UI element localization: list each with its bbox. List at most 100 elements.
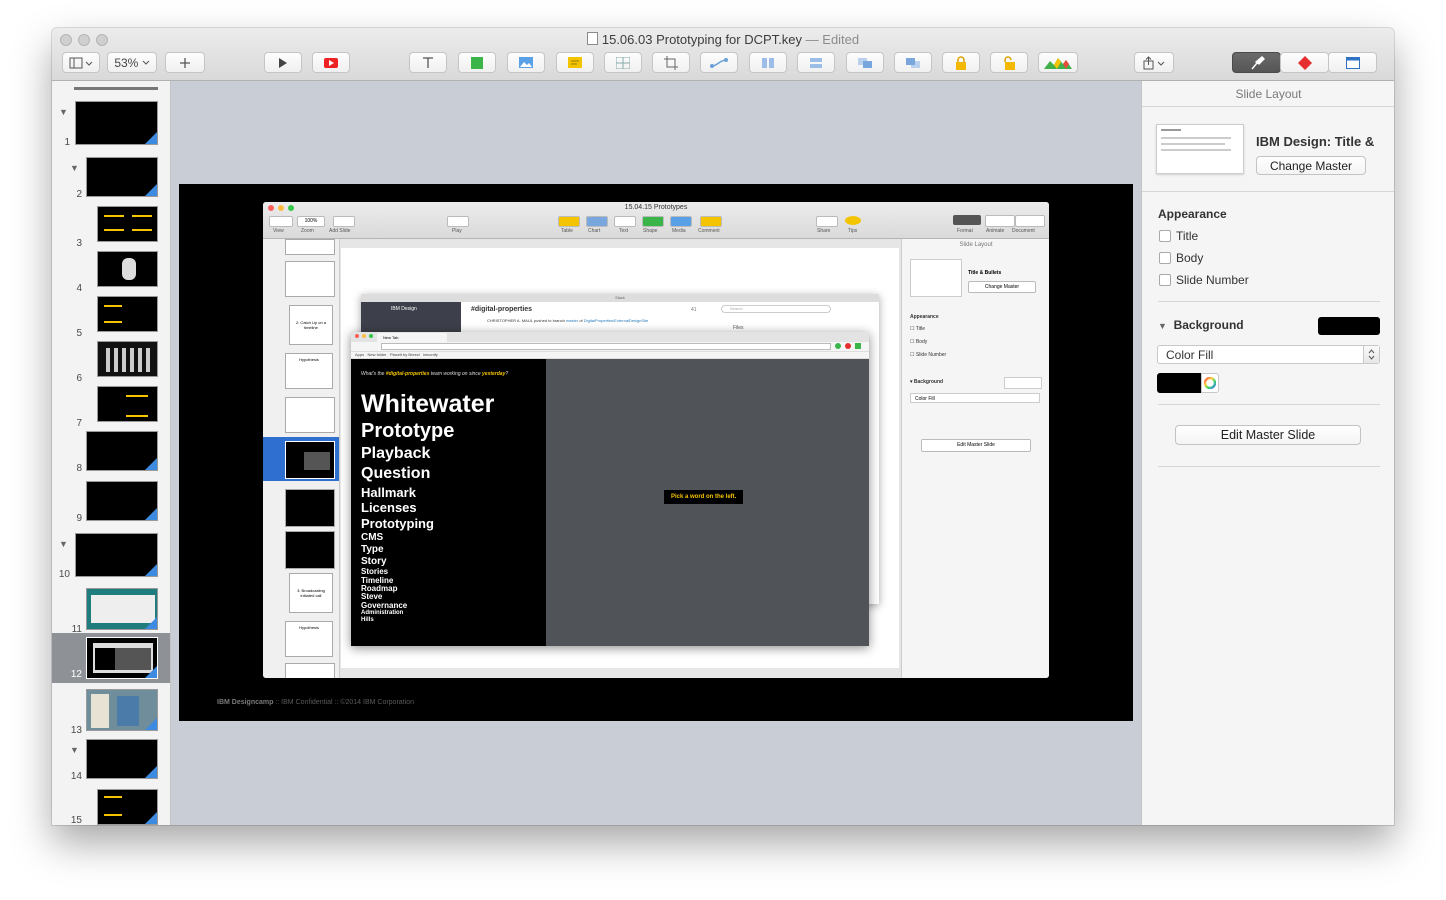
slide-thumb-11[interactable]: 11 — [52, 586, 170, 635]
comment-tool-button[interactable] — [556, 52, 594, 73]
play-button[interactable] — [264, 52, 302, 73]
inner-toolbar: 15.04.15 Prototypes 100% View Zoom Add S… — [263, 202, 1049, 239]
slide-footer: IBM Designcamp :: IBM Confidential :: ©2… — [217, 699, 414, 706]
align-tool-button[interactable] — [797, 52, 835, 73]
background-color-well[interactable] — [1318, 317, 1380, 335]
window-title: 15.06.03 Prototyping for DCPT.key — Edit… — [52, 32, 1394, 47]
inner-document-icon — [1015, 215, 1045, 227]
slide-thumb-15[interactable]: 15 — [52, 787, 170, 825]
word-item[interactable]: Hills — [361, 617, 494, 623]
shape-tool-button[interactable] — [458, 52, 496, 73]
change-master-button[interactable]: Change Master — [1256, 156, 1366, 175]
slide-preview — [86, 431, 158, 471]
format-button[interactable] — [1232, 52, 1281, 73]
word-item[interactable]: Prototyping — [361, 517, 494, 531]
fill-type-select[interactable]: Color Fill — [1157, 345, 1380, 364]
view-menu-button[interactable] — [62, 52, 100, 73]
inner-text-icon — [614, 216, 636, 227]
slide-preview — [97, 386, 158, 422]
inner-share-icon — [816, 216, 838, 227]
word-item[interactable]: Story — [361, 556, 494, 568]
document-button[interactable] — [1328, 52, 1377, 73]
connection-tool-button[interactable] — [700, 52, 738, 73]
stepper-arrows-icon — [1363, 346, 1379, 363]
slide-preview — [97, 341, 158, 377]
word-item[interactable]: CMS — [361, 532, 494, 544]
disclosure-triangle-icon[interactable]: ▼ — [70, 745, 79, 755]
slide-thumb-12[interactable]: 12 — [52, 633, 170, 683]
front-tool-button[interactable] — [846, 52, 884, 73]
color-wheel-button[interactable] — [1201, 373, 1219, 393]
back-tool-button[interactable] — [894, 52, 932, 73]
embedded-screenshot[interactable]: 15.04.15 Prototypes 100% View Zoom Add S… — [263, 202, 1049, 678]
animate-button[interactable] — [1280, 52, 1329, 73]
body-checkbox[interactable] — [1159, 252, 1171, 264]
disclosure-triangle-icon[interactable]: ▼ — [59, 107, 68, 117]
slide-preview — [86, 157, 158, 197]
chevron-down-icon — [142, 60, 150, 65]
zoom-select[interactable]: 53% — [107, 52, 157, 73]
word-item[interactable]: Question — [361, 465, 494, 483]
inner-comment-icon — [700, 216, 722, 227]
inner-table-icon — [558, 216, 580, 227]
share-icon — [1143, 55, 1165, 69]
distribute-tool-button[interactable] — [749, 52, 787, 73]
background-heading[interactable]: ▼ Background — [1158, 318, 1244, 332]
grid-icon — [616, 56, 630, 69]
hint-label: Pick a word on the left. — [664, 490, 744, 504]
crop-tool-button[interactable] — [652, 52, 690, 73]
slide-thumb-13[interactable]: 13 — [52, 687, 170, 736]
master-name: IBM Design: Title & — [1256, 134, 1375, 149]
media-tool-button[interactable] — [507, 52, 545, 73]
share-button[interactable] — [1134, 52, 1174, 73]
comment-icon — [568, 57, 582, 68]
slide-thumb-14[interactable]: ▼ 14 — [52, 737, 170, 785]
slide-canvas[interactable]: 15.04.15 Prototypes 100% View Zoom Add S… — [171, 81, 1141, 825]
slide-thumb-6[interactable]: 6 — [52, 339, 170, 387]
slide-thumb-3[interactable]: 3 — [52, 204, 170, 252]
word-item[interactable]: Licenses — [361, 501, 494, 515]
disclosure-triangle-icon[interactable]: ▼ — [59, 539, 68, 549]
slide-thumb-4[interactable]: 4 — [52, 249, 170, 297]
slide-preview — [97, 296, 158, 332]
fill-color-well[interactable] — [1157, 373, 1201, 393]
slide-thumb-10[interactable]: ▼ 10 — [52, 531, 170, 580]
bookmarks-bar: Apps New folder Placeit by Breezi kimoni… — [351, 352, 869, 359]
title-checkbox[interactable] — [1159, 230, 1171, 242]
slide-number-checkbox[interactable] — [1159, 274, 1171, 286]
rehearse-button[interactable] — [312, 52, 350, 73]
rehearse-icon — [324, 57, 338, 68]
word-item[interactable]: Prototype — [361, 421, 494, 442]
slide-thumb-9[interactable]: 9 — [52, 479, 170, 527]
chart-tool-button[interactable] — [1038, 52, 1078, 73]
word-item[interactable]: Playback — [361, 445, 494, 463]
word-item[interactable]: Governance — [361, 601, 494, 610]
table-tool-button[interactable] — [604, 52, 642, 73]
keynote-window: 15.06.03 Prototyping for DCPT.key — Edit… — [52, 28, 1394, 825]
slide-preview — [86, 689, 158, 731]
slide-preview — [75, 101, 158, 145]
unlock-tool-button[interactable] — [990, 52, 1028, 73]
text-tool-button[interactable] — [409, 52, 447, 73]
slide-thumb-1[interactable]: ▼ 1 — [52, 99, 170, 148]
word-item[interactable]: Type — [361, 545, 494, 556]
slide-thumb-8[interactable]: 8 — [52, 429, 170, 477]
edit-master-slide-button[interactable]: Edit Master Slide — [1175, 425, 1361, 445]
master-thumbnail[interactable] — [1156, 124, 1244, 174]
word-item[interactable]: Whitewater — [361, 391, 494, 418]
slide-thumb-2[interactable]: ▼ 2 — [52, 155, 170, 203]
disclosure-triangle-icon[interactable]: ▼ — [70, 163, 79, 173]
slide-thumb-7[interactable]: 7 — [52, 384, 170, 432]
inner-tips-icon — [845, 216, 861, 225]
inner-chart-icon — [586, 216, 608, 227]
word-item[interactable]: Hallmark — [361, 486, 494, 500]
lock-tool-button[interactable] — [942, 52, 980, 73]
detail-panel: Pick a word on the left. — [546, 359, 869, 646]
slide-preview — [86, 481, 158, 521]
add-slide-button[interactable] — [165, 52, 205, 73]
appearance-heading: Appearance — [1158, 207, 1227, 221]
slide-thumb-5[interactable]: 5 — [52, 294, 170, 342]
disclosure-down-icon: ▼ — [1158, 321, 1167, 331]
current-slide[interactable]: 15.04.15 Prototypes 100% View Zoom Add S… — [179, 184, 1133, 721]
paintbrush-icon — [1250, 55, 1265, 69]
